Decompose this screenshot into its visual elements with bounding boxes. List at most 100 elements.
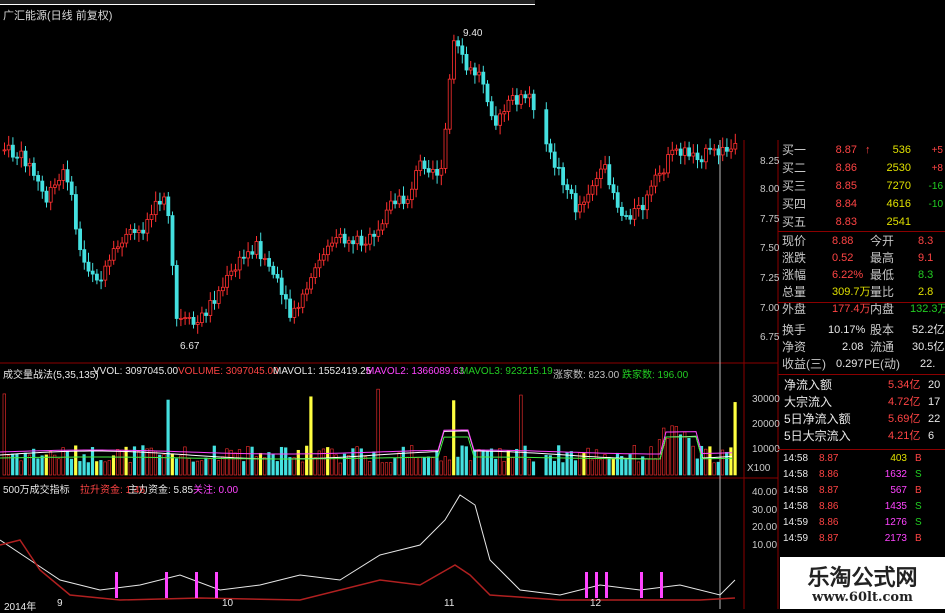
- volume-bar: [418, 457, 422, 476]
- candle-body: [426, 168, 431, 173]
- candle-body: [636, 204, 641, 209]
- candle-body: [548, 143, 553, 153]
- candle-body: [401, 195, 406, 204]
- volume-bar: [519, 394, 523, 476]
- volume-bar: [166, 399, 170, 476]
- candle-body: [468, 67, 473, 71]
- volume-bar: [678, 434, 683, 476]
- candle-body: [48, 186, 53, 203]
- candle-body: [363, 243, 368, 246]
- volume-bar: [82, 454, 86, 476]
- candle-body: [519, 94, 523, 105]
- candle-body: [498, 113, 503, 126]
- volume-bar: [107, 460, 111, 476]
- focus-signal-bar: [605, 572, 608, 598]
- volume-bar: [292, 457, 296, 476]
- volume-bar: [544, 454, 548, 476]
- candle-body: [229, 270, 234, 276]
- high-price-label: 9.40: [463, 28, 483, 39]
- volume-bar: [515, 448, 519, 476]
- volume-bars: [0, 388, 737, 476]
- volume-bar: [599, 459, 603, 476]
- volume-bar: [506, 450, 510, 476]
- candle-body: [157, 200, 162, 205]
- candle-body: [225, 274, 230, 288]
- candle-body: [380, 223, 385, 231]
- volume-bar: [473, 449, 477, 476]
- volume-bar: [548, 455, 552, 476]
- candle-body: [464, 54, 469, 71]
- candle-body: [288, 298, 293, 318]
- focus-signal-bar: [660, 572, 663, 598]
- up-arrow-icon: ↑: [865, 144, 871, 156]
- volume-bar: [254, 456, 258, 476]
- order-book-row[interactable]: 买四 8.84 4616 -10: [778, 196, 945, 213]
- candle-body: [695, 152, 700, 161]
- candle-body: [443, 128, 448, 169]
- candle-body: [338, 233, 343, 238]
- candle-body: [611, 184, 616, 194]
- volume-bar: [531, 461, 536, 476]
- candle-body: [107, 259, 112, 267]
- candle-body: [317, 259, 322, 269]
- volume-tick: 30000: [752, 394, 780, 405]
- candle-body: [237, 256, 242, 271]
- candle-body: [296, 306, 301, 309]
- volume-bar: [288, 457, 292, 476]
- order-book-row[interactable]: 买二 8.86 2530 +8: [778, 160, 945, 177]
- focus-signal-bar: [115, 572, 118, 598]
- candle-body: [447, 78, 452, 130]
- candle-body: [128, 229, 133, 235]
- volume-bar: [212, 445, 216, 476]
- candle-body: [153, 200, 158, 216]
- volume-bar: [338, 462, 342, 476]
- volume-bar: [368, 461, 372, 476]
- candle-body: [187, 316, 192, 319]
- volume-bar: [6, 455, 11, 476]
- candle-body: [346, 240, 351, 244]
- candle-body: [615, 192, 620, 208]
- price-tick: 7.25: [760, 273, 780, 284]
- volume-ma-line: [0, 430, 733, 460]
- candle-body: [321, 254, 326, 261]
- volume-bar: [502, 460, 506, 476]
- volume-bar: [200, 460, 204, 476]
- candle-body: [330, 242, 335, 247]
- candle-body: [309, 277, 314, 290]
- candle-body: [258, 241, 263, 260]
- x-axis-label: 10: [222, 598, 234, 609]
- volume-bar: [594, 449, 599, 476]
- focus-signal-bar: [215, 572, 218, 598]
- candle-body: [590, 185, 595, 195]
- candle-body: [351, 240, 356, 245]
- candle-body: [632, 208, 637, 220]
- candle-body: [44, 190, 49, 203]
- order-book-row[interactable]: 买三 8.85 7270 -16: [778, 178, 945, 195]
- volume-unit: X100: [747, 463, 771, 474]
- price-tick: 8.25: [760, 156, 780, 167]
- candle-body: [10, 144, 15, 158]
- volume-bar: [284, 447, 288, 476]
- volume-bar: [435, 450, 439, 476]
- watermark-url: www.60lt.com: [812, 590, 913, 605]
- up-count: 涨家数: 823.00: [553, 370, 620, 381]
- volume-bar: [456, 456, 460, 476]
- candle-body: [653, 174, 658, 187]
- order-book-row[interactable]: 买五 8.83 2541: [778, 214, 945, 231]
- candle-body: [233, 269, 238, 272]
- candle-body: [565, 184, 570, 191]
- x-axis-label: 9: [57, 598, 63, 609]
- candle-body: [304, 288, 309, 295]
- candle-body: [6, 144, 11, 151]
- candle-body: [666, 154, 670, 174]
- order-book-row[interactable]: 买一 8.87 ↑ 536 +5: [778, 142, 945, 159]
- candle-body: [279, 277, 284, 295]
- volume-bar: [720, 449, 725, 476]
- volume-bar: [183, 446, 187, 476]
- candle-body: [460, 45, 465, 55]
- volume-bar: [443, 456, 447, 476]
- volume-bar: [561, 462, 565, 476]
- candle-body: [418, 160, 423, 172]
- volume-bar: [725, 452, 729, 476]
- candle-body: [170, 215, 175, 266]
